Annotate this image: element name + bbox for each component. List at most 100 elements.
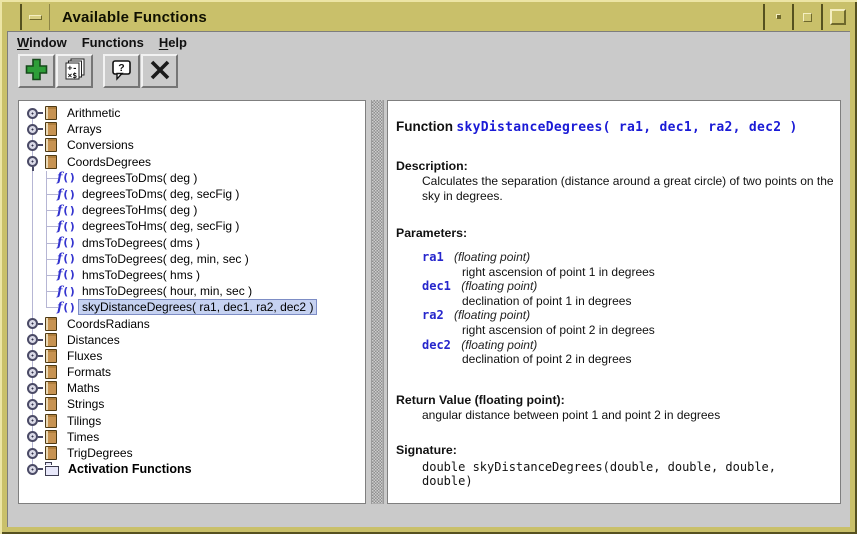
tree-expander-icon[interactable] (25, 332, 43, 348)
tree-item-hmstodegrees[interactable]: hmsToDegrees( hms ) (19, 267, 365, 283)
browse-functions-button[interactable]: +- ×$ (56, 54, 93, 88)
function-icon (57, 220, 77, 233)
signature-label: Signature: (396, 443, 832, 457)
tree-item-label: degreesToDms( deg, secFig ) (79, 187, 242, 201)
tree-item-skydistancedegrees[interactable]: skyDistanceDegrees( ra1, dec1, ra2, dec2… (19, 299, 365, 315)
tree-item-label: hmsToDegrees( hour, min, sec ) (79, 284, 255, 298)
tree-expander-icon[interactable] (25, 348, 43, 364)
tree-item-fluxes[interactable]: Fluxes (19, 348, 365, 364)
tree-item-conversions[interactable]: Conversions (19, 137, 365, 153)
tree-item-label: Arrays (64, 122, 105, 136)
tree-item-coordsradians[interactable]: CoordsRadians (19, 315, 365, 331)
param-desc: declination of point 2 in degrees (462, 352, 832, 367)
tree-item-label: TrigDegrees (64, 446, 136, 460)
split-divider[interactable] (371, 100, 384, 504)
tree-expander-icon[interactable] (25, 396, 43, 412)
menu-bar: Window Functions Help (11, 33, 196, 53)
param-row: ra1 (floating point) (422, 250, 832, 265)
tree-item-degreestodms[interactable]: degreesToDms( deg ) (19, 170, 365, 186)
tree-item-degreestodms[interactable]: degreesToDms( deg, secFig ) (19, 186, 365, 202)
tree-item-label: Activation Functions (65, 462, 195, 476)
help-button[interactable]: ? (103, 54, 140, 88)
restore-button[interactable] (792, 4, 821, 30)
param-desc: right ascension of point 1 in degrees (462, 265, 832, 280)
close-button[interactable] (141, 54, 178, 88)
tree-item-maths[interactable]: Maths (19, 380, 365, 396)
tree-item-hmstodegrees[interactable]: hmsToDegrees( hour, min, sec ) (19, 283, 365, 299)
titlebar[interactable]: Available Functions (4, 4, 853, 30)
tree-item-label: CoordsDegrees (64, 155, 154, 169)
function-doc: Function skyDistanceDegrees( ra1, dec1, … (388, 101, 840, 503)
tree-item-label: degreesToHms( deg ) (79, 203, 200, 217)
tree-item-coordsdegrees[interactable]: CoordsDegrees (19, 154, 365, 170)
available-functions-window: Available Functions Window Functions Hel… (0, 0, 857, 534)
return-value-text: angular distance between point 1 and poi… (422, 408, 832, 423)
tree-item-degreestohms[interactable]: degreesToHms( deg, secFig ) (19, 218, 365, 234)
menu-help[interactable]: Help (153, 33, 196, 53)
toolbar: +- ×$ ? (18, 54, 178, 90)
tree-item-label: Strings (64, 397, 107, 411)
book-icon (45, 122, 57, 136)
tree-item-label: Arithmetic (64, 106, 123, 120)
tree-item-label: Formats (64, 365, 114, 379)
tree-expander-icon[interactable] (25, 364, 43, 380)
window-title: Available Functions (50, 4, 763, 30)
maximize-button[interactable] (821, 4, 853, 30)
tree-expander-icon[interactable] (25, 445, 43, 461)
close-x-icon (147, 57, 173, 86)
tree-item-arrays[interactable]: Arrays (19, 121, 365, 137)
add-function-button[interactable] (18, 54, 55, 88)
tree-item-trigdegrees[interactable]: TrigDegrees (19, 445, 365, 461)
tree-expander-icon[interactable] (25, 137, 43, 153)
tree-expander-icon[interactable] (25, 316, 43, 332)
doc-title-signature: skyDistanceDegrees( ra1, dec1, ra2, dec2… (456, 120, 797, 135)
function-tree-panel: Arithmetic ArraysConversions CoordsDegrees… (18, 100, 366, 504)
param-name: dec1 (422, 279, 451, 293)
window-menu-button[interactable] (22, 4, 50, 30)
menu-functions[interactable]: Functions (76, 33, 153, 53)
book-icon (45, 349, 57, 363)
tree-expander-icon[interactable] (25, 429, 43, 445)
tree-item-label: Times (64, 430, 102, 444)
tree-item-dmstodegrees[interactable]: dmsToDegrees( deg, min, sec ) (19, 251, 365, 267)
function-icon (57, 204, 77, 217)
parameters-label: Parameters: (396, 226, 832, 240)
tree-item-degreestohms[interactable]: degreesToHms( deg ) (19, 202, 365, 218)
tree-item-activation-functions[interactable]: Activation Functions (19, 461, 365, 477)
tree-expander-icon[interactable] (25, 105, 43, 121)
param-desc: right ascension of point 2 in degrees (462, 323, 832, 338)
green-plus-icon (23, 56, 50, 86)
tree-item-dmstodegrees[interactable]: dmsToDegrees( dms ) (19, 235, 365, 251)
folder-icon (45, 466, 59, 476)
tree-item-label: hmsToDegrees( hms ) (79, 268, 203, 282)
tree-item-formats[interactable]: Formats (19, 364, 365, 380)
tree-expander-icon[interactable] (25, 413, 43, 429)
menu-window[interactable]: Window (11, 33, 76, 53)
tree-item-arithmetic[interactable]: Arithmetic (19, 105, 365, 121)
tree-item-tilings[interactable]: Tilings (19, 413, 365, 429)
param-name: dec2 (422, 338, 451, 352)
tree-item-strings[interactable]: Strings (19, 396, 365, 412)
function-icon (57, 252, 77, 265)
param-desc: declination of point 1 in degrees (462, 294, 832, 309)
frame-corner-top-left[interactable] (4, 4, 22, 30)
tree-expander-icon[interactable] (25, 380, 43, 396)
tree-expander-icon[interactable] (25, 121, 43, 137)
book-icon (45, 446, 57, 460)
book-icon (45, 365, 57, 379)
signature-text: double skyDistanceDegrees(double, double… (422, 460, 832, 488)
function-tree: Arithmetic ArraysConversions CoordsDegrees… (19, 101, 365, 503)
restore-square-icon (803, 13, 812, 22)
minimize-button[interactable] (763, 4, 792, 30)
param-name: ra1 (422, 250, 444, 264)
function-icon (57, 171, 77, 184)
tree-item-distances[interactable]: Distances (19, 332, 365, 348)
tree-expander-icon[interactable] (25, 154, 43, 170)
param-type: (floating point) (454, 308, 530, 322)
function-icon (57, 285, 77, 298)
tree-item-times[interactable]: Times (19, 429, 365, 445)
function-sheets-icon: +- ×$ (62, 57, 88, 86)
book-icon (45, 155, 57, 169)
function-icon (57, 236, 77, 249)
tree-expander-icon[interactable] (25, 461, 43, 477)
